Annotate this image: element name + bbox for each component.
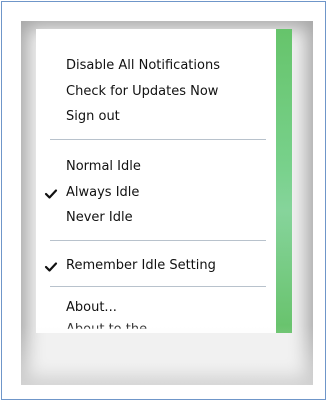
menu-divider <box>50 240 266 241</box>
menu-item-label: Sign out <box>66 109 120 124</box>
photo-frame: Disable All Notifications Check for Upda… <box>21 21 313 385</box>
checkmark-icon <box>44 189 58 199</box>
menu-item-always-idle[interactable]: Always Idle <box>66 182 139 204</box>
context-menu: Disable All Notifications Check for Upda… <box>36 29 292 333</box>
menu-item-about[interactable]: About... <box>66 297 117 319</box>
menu-scroll-bar <box>276 29 292 333</box>
menu-item-check-for-updates-now[interactable]: Check for Updates Now <box>66 81 218 103</box>
menu-item-label: Remember Idle Setting <box>66 258 216 273</box>
menu-items-area: Disable All Notifications Check for Upda… <box>36 29 276 333</box>
menu-item-remember-idle-setting[interactable]: Remember Idle Setting <box>66 255 216 277</box>
menu-item-label: Always Idle <box>66 185 140 200</box>
menu-item-sign-out[interactable]: Sign out <box>66 106 120 128</box>
menu-item-label: Normal Idle <box>66 159 141 174</box>
photo-bottom-fade <box>21 325 313 385</box>
menu-item-label: About... <box>66 300 117 315</box>
menu-item-label: Check for Updates Now <box>66 84 219 99</box>
menu-item-normal-idle[interactable]: Normal Idle <box>66 156 141 178</box>
menu-item-label: Never Idle <box>66 210 133 225</box>
checkmark-icon <box>44 262 58 272</box>
menu-item-never-idle[interactable]: Never Idle <box>66 207 133 229</box>
menu-divider <box>50 139 266 140</box>
menu-item-disable-all-notifications[interactable]: Disable All Notifications <box>66 55 220 77</box>
menu-divider <box>50 286 266 287</box>
screenshot-frame: Disable All Notifications Check for Upda… <box>1 1 326 400</box>
menu-item-label: Disable All Notifications <box>66 58 220 73</box>
